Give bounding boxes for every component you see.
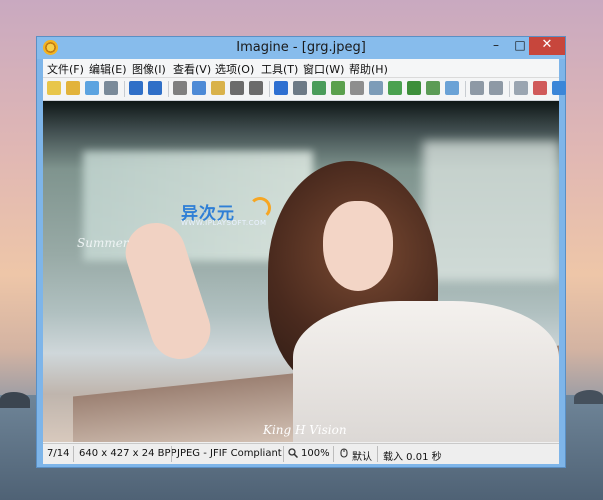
menu-tools[interactable]: 工具(T) [261,61,298,77]
zoom-icon[interactable] [470,81,484,95]
info-icon[interactable] [274,81,288,95]
menu-image[interactable]: 图像(I) [132,61,166,77]
status-divider [171,446,172,462]
settings-icon[interactable] [552,81,566,95]
status-dimensions: 640 x 427 x 24 BPP [79,448,177,459]
minimize-button[interactable]: – [485,37,507,55]
cut-icon[interactable] [173,81,187,95]
photo-subject-face [323,201,393,291]
watermark-url: WWW.IPLAYSOFT.COM [181,219,267,227]
flip-icon[interactable] [407,81,421,95]
zoom-fit-icon[interactable] [489,81,503,95]
image-canvas[interactable]: 异次元 WWW.IPLAYSOFT.COM Summer King H Visi… [43,101,559,442]
overlay-text: Summer [77,236,129,250]
toolbar-separator [124,81,125,97]
menu-window[interactable]: 窗口(W) [303,61,344,77]
batch-icon[interactable] [445,81,459,95]
toolbar-separator [168,81,169,97]
export-icon[interactable] [312,81,326,95]
menu-view[interactable]: 查看(V) [173,61,211,77]
tool-icon[interactable] [514,81,528,95]
menu-options[interactable]: 选项(O) [215,61,254,77]
open-folder-icon[interactable] [66,81,80,95]
prev-icon[interactable] [129,81,143,95]
status-format: JPEG - JFIF Compliant [177,448,282,459]
mouse-icon [340,448,348,458]
paste-icon[interactable] [211,81,225,95]
status-divider [377,446,378,462]
maximize-button[interactable]: □ [509,37,531,55]
slideshow-icon[interactable] [293,81,307,95]
photographer-signature: King H Vision [263,423,347,437]
status-divider [283,446,284,462]
status-load-time: 载入 0.01 秒 [383,452,442,463]
import-icon[interactable] [331,81,345,95]
crop-icon[interactable] [369,81,383,95]
toolbar-separator [269,81,270,97]
effects-icon[interactable] [350,81,364,95]
status-zoom: 100% [301,448,330,459]
close-button[interactable]: ✕ [529,37,565,55]
watermark-wave-icon [249,197,271,219]
toolbar [43,78,566,101]
background-window-light [423,141,559,281]
zoom-icon [288,448,298,458]
redo-icon[interactable] [249,81,263,95]
client-area: 文件(F) 编辑(E) 图像(I) 查看(V) 选项(O) 工具(T) 窗口(W… [43,59,566,464]
toolbar-separator [509,81,510,97]
plugin-icon[interactable] [533,81,547,95]
status-bar: 7/14 640 x 427 x 24 BPP JPEG - JFIF Comp… [43,443,559,464]
toolbar-separator [465,81,466,97]
rotate-icon[interactable] [388,81,402,95]
undo-icon[interactable] [230,81,244,95]
status-divider [333,446,334,462]
menu-help[interactable]: 帮助(H) [349,61,388,77]
save-all-icon[interactable] [85,81,99,95]
menu-bar: 文件(F) 编辑(E) 图像(I) 查看(V) 选项(O) 工具(T) 窗口(W… [43,59,559,78]
new-icon[interactable] [47,81,61,95]
print-icon[interactable] [104,81,118,95]
photo-subject-dress [293,301,559,442]
menu-file[interactable]: 文件(F) [47,61,84,77]
menu-edit[interactable]: 编辑(E) [89,61,127,77]
imagine-window: Imagine - [grg.jpeg] – □ ✕ 文件(F) 编辑(E) 图… [36,36,566,468]
status-divider [73,446,74,462]
desktop-rock [574,390,603,404]
copy-icon[interactable] [192,81,206,95]
next-icon[interactable] [148,81,162,95]
status-mode: 默认 [352,452,372,463]
desktop-rock [0,392,30,408]
title-bar[interactable]: Imagine - [grg.jpeg] – □ ✕ [37,37,565,59]
status-index: 7/14 [47,448,70,459]
convert-icon[interactable] [426,81,440,95]
